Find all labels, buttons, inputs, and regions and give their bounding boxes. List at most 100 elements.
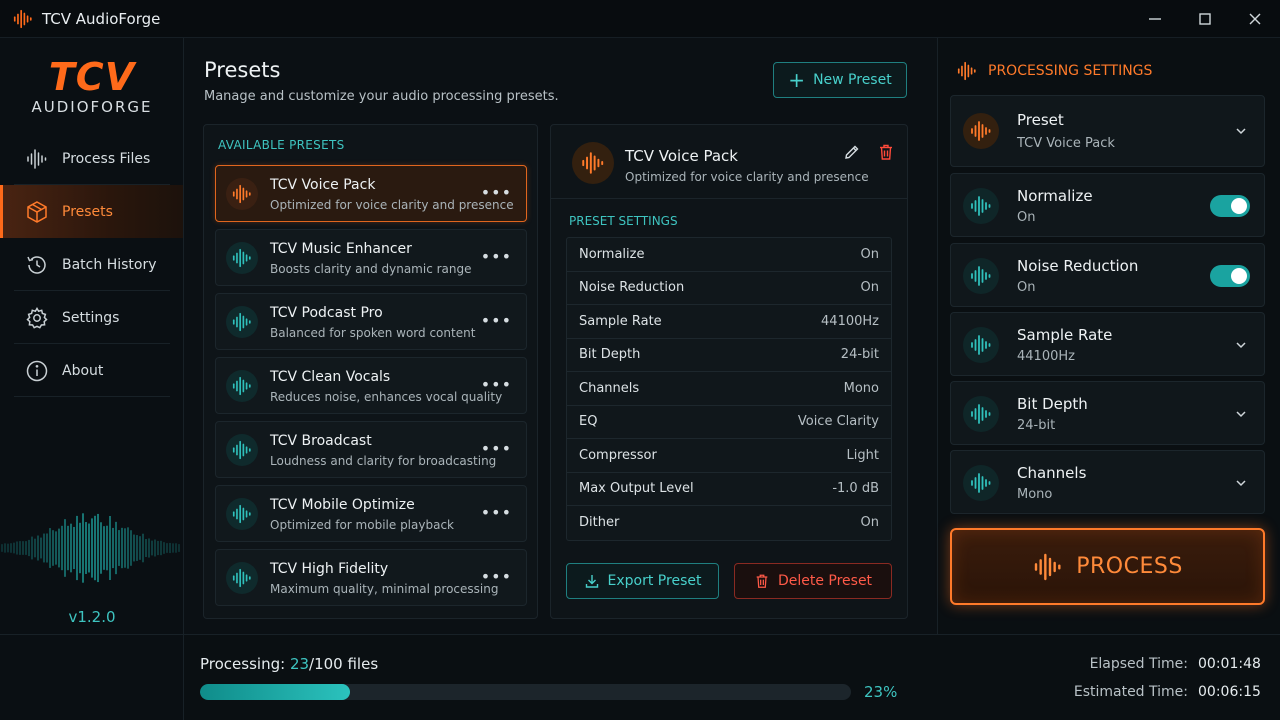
- process-button[interactable]: PROCESS: [950, 528, 1265, 605]
- waveform-icon: [963, 396, 999, 432]
- processing-settings-heading: PROCESSING SETTINGS: [956, 60, 1152, 82]
- preset-card[interactable]: TCV Mobile Optimize Optimized for mobile …: [215, 485, 527, 542]
- waveform-icon: [963, 465, 999, 501]
- preset-card-description: Reduces noise, enhances vocal quality: [270, 390, 503, 404]
- sidebar-item-presets[interactable]: Presets: [0, 185, 183, 238]
- sidebar-item-label: Process Files: [62, 150, 151, 167]
- more-options-icon[interactable]: •••: [481, 247, 512, 266]
- preset-select[interactable]: Preset TCV Voice Pack: [950, 95, 1265, 167]
- app-version: v1.2.0: [68, 608, 116, 626]
- preset-card-title: TCV Music Enhancer: [270, 241, 412, 257]
- chevron-down-icon: [1234, 338, 1248, 352]
- table-row: Channels Mono: [567, 372, 891, 406]
- export-preset-label: Export Preset: [607, 573, 702, 589]
- preset-card-description: Balanced for spoken word content: [270, 326, 476, 340]
- sidebar-item-label: About: [62, 362, 104, 379]
- more-options-icon[interactable]: •••: [481, 439, 512, 458]
- preset-detail-header: TCV Voice Pack Optimized for voice clari…: [551, 125, 907, 199]
- more-options-icon[interactable]: •••: [481, 183, 512, 202]
- app-logo-icon: [12, 8, 34, 30]
- trash-icon: [756, 574, 768, 588]
- channels-select[interactable]: Channels Mono: [950, 450, 1265, 514]
- progress-bar-fill: [200, 684, 350, 700]
- delete-preset-button[interactable]: Delete Preset: [734, 563, 892, 599]
- preset-card-title: TCV Voice Pack: [270, 177, 376, 193]
- waveform-icon: [226, 306, 258, 338]
- preset-card-title: TCV Mobile Optimize: [270, 497, 415, 513]
- maximize-icon: [1199, 13, 1211, 25]
- setting-value: Voice Clarity: [797, 414, 879, 430]
- minimize-button[interactable]: [1130, 0, 1180, 38]
- waveform-icon: [226, 242, 258, 274]
- bit-depth-select[interactable]: Bit Depth 24-bit: [950, 381, 1265, 445]
- preset-card[interactable]: TCV Music Enhancer Boosts clarity and dyn…: [215, 229, 527, 286]
- sidebar-item-label: Batch History: [62, 256, 157, 273]
- more-options-icon[interactable]: •••: [481, 375, 512, 394]
- channels-label: Channels: [1017, 464, 1087, 482]
- normalize-setting: Normalize On: [950, 173, 1265, 237]
- chevron-down-icon: [1234, 124, 1248, 138]
- setting-name: Compressor: [579, 447, 657, 463]
- normalize-value: On: [1017, 210, 1036, 225]
- logo-wordmark: TCV: [48, 55, 136, 99]
- preset-select-label: Preset: [1017, 111, 1064, 129]
- minimize-icon: [1149, 18, 1161, 20]
- setting-value: -1.0 dB: [832, 481, 879, 497]
- edit-icon[interactable]: [843, 143, 861, 161]
- preset-card[interactable]: TCV Podcast Pro Balanced for spoken word …: [215, 293, 527, 350]
- status-bar: Processing: 23/100 files 23% Elapsed Tim…: [184, 634, 1280, 720]
- progress-bar: [200, 684, 851, 700]
- waveform-icon: [226, 178, 258, 210]
- new-preset-button[interactable]: + New Preset: [773, 62, 907, 98]
- setting-value: On: [860, 246, 879, 262]
- setting-name: Sample Rate: [579, 313, 662, 329]
- preset-card[interactable]: TCV Voice Pack Optimized for voice clarit…: [215, 165, 527, 222]
- preset-card[interactable]: TCV Broadcast Loudness and clarity for br…: [215, 421, 527, 478]
- sidebar-item-label: Presets: [62, 203, 113, 220]
- sidebar: TCV AUDIOFORGE Process Files Presets Bat…: [0, 38, 184, 634]
- preset-settings-table: Normalize On Noise Reduction On Sample Rate 4…: [566, 237, 892, 541]
- sidebar-item-process-files[interactable]: Process Files: [0, 132, 183, 185]
- sidebar-item-settings[interactable]: Settings: [0, 291, 183, 344]
- setting-value: 24-bit: [840, 347, 879, 363]
- preset-card-title: TCV High Fidelity: [270, 561, 389, 577]
- waveform-icon: [956, 60, 978, 82]
- gear-icon: [24, 305, 50, 331]
- waveform-icon: [963, 327, 999, 363]
- preset-waveform-icon: [963, 113, 999, 149]
- preset-card-description: Loudness and clarity for broadcasting: [270, 454, 497, 468]
- waveform-icon: [226, 562, 258, 594]
- waveform-icon: [963, 188, 999, 224]
- bit-depth-label: Bit Depth: [1017, 395, 1088, 413]
- elapsed-time-label: Elapsed Time:: [1089, 656, 1188, 672]
- noise-reduction-value: On: [1017, 280, 1036, 295]
- preset-card[interactable]: TCV High Fidelity Maximum quality, minima…: [215, 549, 527, 606]
- trash-icon[interactable]: [877, 143, 895, 161]
- noise-reduction-toggle[interactable]: [1210, 265, 1250, 287]
- more-options-icon[interactable]: •••: [481, 567, 512, 586]
- close-button[interactable]: [1230, 0, 1280, 38]
- sidebar-item-batch-history[interactable]: Batch History: [0, 238, 183, 291]
- maximize-button[interactable]: [1180, 0, 1230, 38]
- preset-waveform-icon: [572, 142, 614, 184]
- waveform-icon: [1032, 551, 1064, 583]
- table-row: Noise Reduction On: [567, 272, 891, 305]
- preset-select-value: TCV Voice Pack: [1017, 136, 1115, 151]
- sample-rate-label: Sample Rate: [1017, 326, 1113, 344]
- sidebar-item-about[interactable]: About: [0, 344, 183, 397]
- plus-icon: +: [788, 68, 806, 92]
- more-options-icon[interactable]: •••: [481, 311, 512, 330]
- process-label: PROCESS: [1076, 554, 1183, 579]
- table-row: Sample Rate 44100Hz: [567, 305, 891, 339]
- setting-name: EQ: [579, 414, 598, 430]
- elapsed-time: Elapsed Time: 00:01:48: [1089, 656, 1261, 672]
- page-title: Presets: [204, 58, 281, 82]
- export-preset-button[interactable]: Export Preset: [566, 563, 719, 599]
- more-options-icon[interactable]: •••: [481, 503, 512, 522]
- sample-rate-select[interactable]: Sample Rate 44100Hz: [950, 312, 1265, 376]
- setting-value: On: [860, 515, 879, 531]
- preset-card[interactable]: TCV Clean Vocals Reduces noise, enhances …: [215, 357, 527, 414]
- normalize-toggle[interactable]: [1210, 195, 1250, 217]
- noise-reduction-label: Noise Reduction: [1017, 257, 1139, 275]
- preset-card-title: TCV Podcast Pro: [270, 305, 383, 321]
